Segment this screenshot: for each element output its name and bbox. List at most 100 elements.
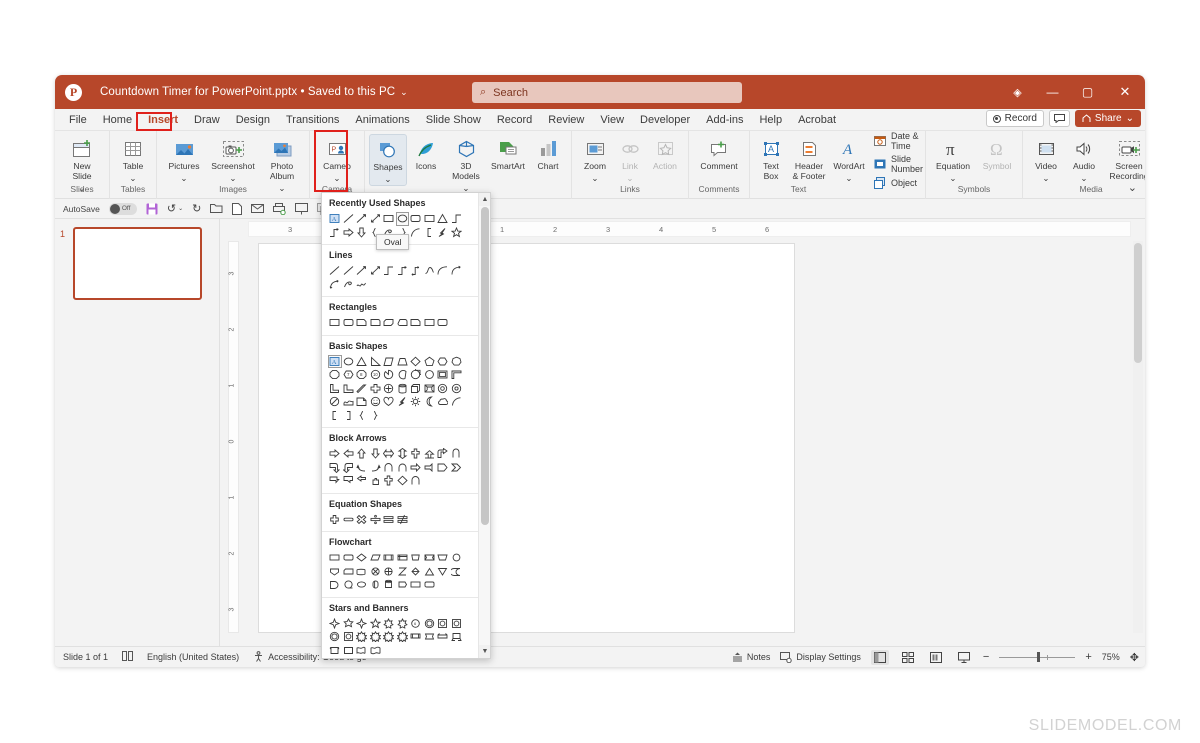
- shape-cell[interactable]: [369, 644, 383, 658]
- shape-cell[interactable]: [328, 395, 342, 409]
- shape-cell[interactable]: [409, 316, 423, 330]
- shape-cell[interactable]: [369, 461, 383, 475]
- vertical-scrollbar-thumb[interactable]: [1134, 243, 1142, 363]
- shape-cell[interactable]: [436, 212, 450, 226]
- shape-cell[interactable]: [382, 212, 396, 226]
- shape-cell[interactable]: [355, 382, 369, 396]
- shape-cell[interactable]: 10: [369, 368, 383, 382]
- shape-cell[interactable]: [423, 226, 437, 240]
- shape-cell[interactable]: [342, 395, 356, 409]
- view-slide-sorter-button[interactable]: [899, 650, 917, 665]
- shape-cell[interactable]: [369, 395, 383, 409]
- shape-cell[interactable]: [409, 368, 423, 382]
- shape-cell[interactable]: [396, 447, 410, 461]
- header-footer-button[interactable]: Header & Footer: [788, 134, 830, 181]
- view-slideshow-button[interactable]: [955, 650, 973, 665]
- shape-cell[interactable]: [328, 278, 342, 292]
- shape-cell[interactable]: [409, 551, 423, 565]
- shape-cell[interactable]: [382, 630, 396, 644]
- shape-cell[interactable]: [382, 551, 396, 565]
- shape-cell[interactable]: [369, 551, 383, 565]
- shapes-chevron-down-icon[interactable]: ⌄: [384, 174, 391, 184]
- shape-cell[interactable]: [396, 368, 410, 382]
- shape-cell[interactable]: [423, 447, 437, 461]
- title-chevron-down-icon[interactable]: ⌄: [400, 87, 408, 98]
- start-slideshow-icon[interactable]: [295, 203, 308, 215]
- shapes-grid-flowchart[interactable]: [328, 551, 472, 592]
- shape-cell[interactable]: [382, 578, 396, 592]
- notes-button[interactable]: Notes: [732, 652, 771, 662]
- shape-cell[interactable]: [382, 617, 396, 631]
- shape-cell[interactable]: [369, 513, 383, 527]
- shape-cell[interactable]: [342, 226, 356, 240]
- shape-cell[interactable]: [342, 264, 356, 278]
- shape-cell[interactable]: [355, 212, 369, 226]
- shape-cell[interactable]: [450, 461, 464, 475]
- shape-cell[interactable]: [423, 212, 437, 226]
- shape-cell[interactable]: [342, 578, 356, 592]
- smartart-button[interactable]: SmartArt: [487, 134, 529, 171]
- shape-cell[interactable]: [355, 474, 369, 488]
- slide-thumbnail-1[interactable]: [73, 227, 202, 300]
- shape-cell[interactable]: [355, 565, 369, 579]
- video-button[interactable]: Video ⌄: [1027, 134, 1065, 183]
- shape-cell[interactable]: 8: [355, 368, 369, 382]
- shape-cell[interactable]: [382, 513, 396, 527]
- shape-cell[interactable]: [396, 474, 410, 488]
- shape-cell[interactable]: [409, 447, 423, 461]
- shape-cell[interactable]: [409, 474, 423, 488]
- shape-cell[interactable]: [342, 565, 356, 579]
- shape-cell[interactable]: [328, 409, 342, 423]
- shape-cell[interactable]: [355, 578, 369, 592]
- equation-button[interactable]: π Equation ⌄: [930, 134, 976, 183]
- shape-cell[interactable]: [436, 316, 450, 330]
- shapes-scrollbar-thumb[interactable]: [481, 207, 489, 525]
- shape-cell[interactable]: [355, 630, 369, 644]
- shape-cell[interactable]: [355, 513, 369, 527]
- vertical-scrollbar[interactable]: [1133, 241, 1143, 633]
- shapes-grid-equation-shapes[interactable]: [328, 513, 472, 527]
- save-icon[interactable]: [146, 203, 158, 215]
- shape-cell[interactable]: [328, 617, 342, 631]
- tab-draw[interactable]: Draw: [186, 110, 228, 130]
- shape-cell[interactable]: [342, 513, 356, 527]
- shape-cell[interactable]: [450, 355, 464, 369]
- tab-help[interactable]: Help: [751, 110, 790, 130]
- shape-cell[interactable]: [409, 355, 423, 369]
- shape-cell[interactable]: [328, 474, 342, 488]
- zoom-in-button[interactable]: +: [1085, 651, 1091, 663]
- shape-cell[interactable]: [342, 630, 356, 644]
- 3d-models-button[interactable]: 3D Models ⌄: [445, 134, 487, 193]
- shape-cell[interactable]: [436, 226, 450, 240]
- shape-cell[interactable]: [382, 395, 396, 409]
- shape-cell[interactable]: [382, 382, 396, 396]
- tab-animations[interactable]: Animations: [347, 110, 417, 130]
- language-label[interactable]: English (United States): [147, 652, 239, 662]
- shape-cell[interactable]: [369, 447, 383, 461]
- shape-cell[interactable]: [423, 630, 437, 644]
- equation-chevron-down-icon[interactable]: ⌄: [949, 173, 956, 183]
- shape-cell[interactable]: [396, 395, 410, 409]
- shape-cell[interactable]: [382, 447, 396, 461]
- tab-file[interactable]: File: [61, 110, 95, 130]
- tab-add-ins[interactable]: Add-ins: [698, 110, 751, 130]
- shape-cell[interactable]: [328, 382, 342, 396]
- shape-cell[interactable]: [382, 264, 396, 278]
- shape-cell[interactable]: [369, 630, 383, 644]
- shape-cell[interactable]: [450, 395, 464, 409]
- audio-chevron-down-icon[interactable]: ⌄: [1080, 173, 1087, 183]
- spell-check-icon[interactable]: [122, 651, 133, 663]
- shape-cell[interactable]: [436, 368, 450, 382]
- shape-cell[interactable]: [355, 316, 369, 330]
- shapes-grid-stars-and-banners[interactable]: 6: [328, 617, 472, 658]
- tab-design[interactable]: Design: [228, 110, 278, 130]
- shapes-grid-block-arrows[interactable]: [328, 447, 472, 488]
- shape-cell[interactable]: [423, 264, 437, 278]
- shape-cell[interactable]: [396, 461, 410, 475]
- email-icon[interactable]: [251, 203, 264, 214]
- shape-cell[interactable]: [409, 382, 423, 396]
- screenshot-button[interactable]: Screenshot ⌄: [207, 134, 259, 183]
- shape-cell[interactable]: [396, 551, 410, 565]
- date-and-time-button[interactable]: Date & Time: [874, 131, 923, 151]
- shape-cell[interactable]: [436, 355, 450, 369]
